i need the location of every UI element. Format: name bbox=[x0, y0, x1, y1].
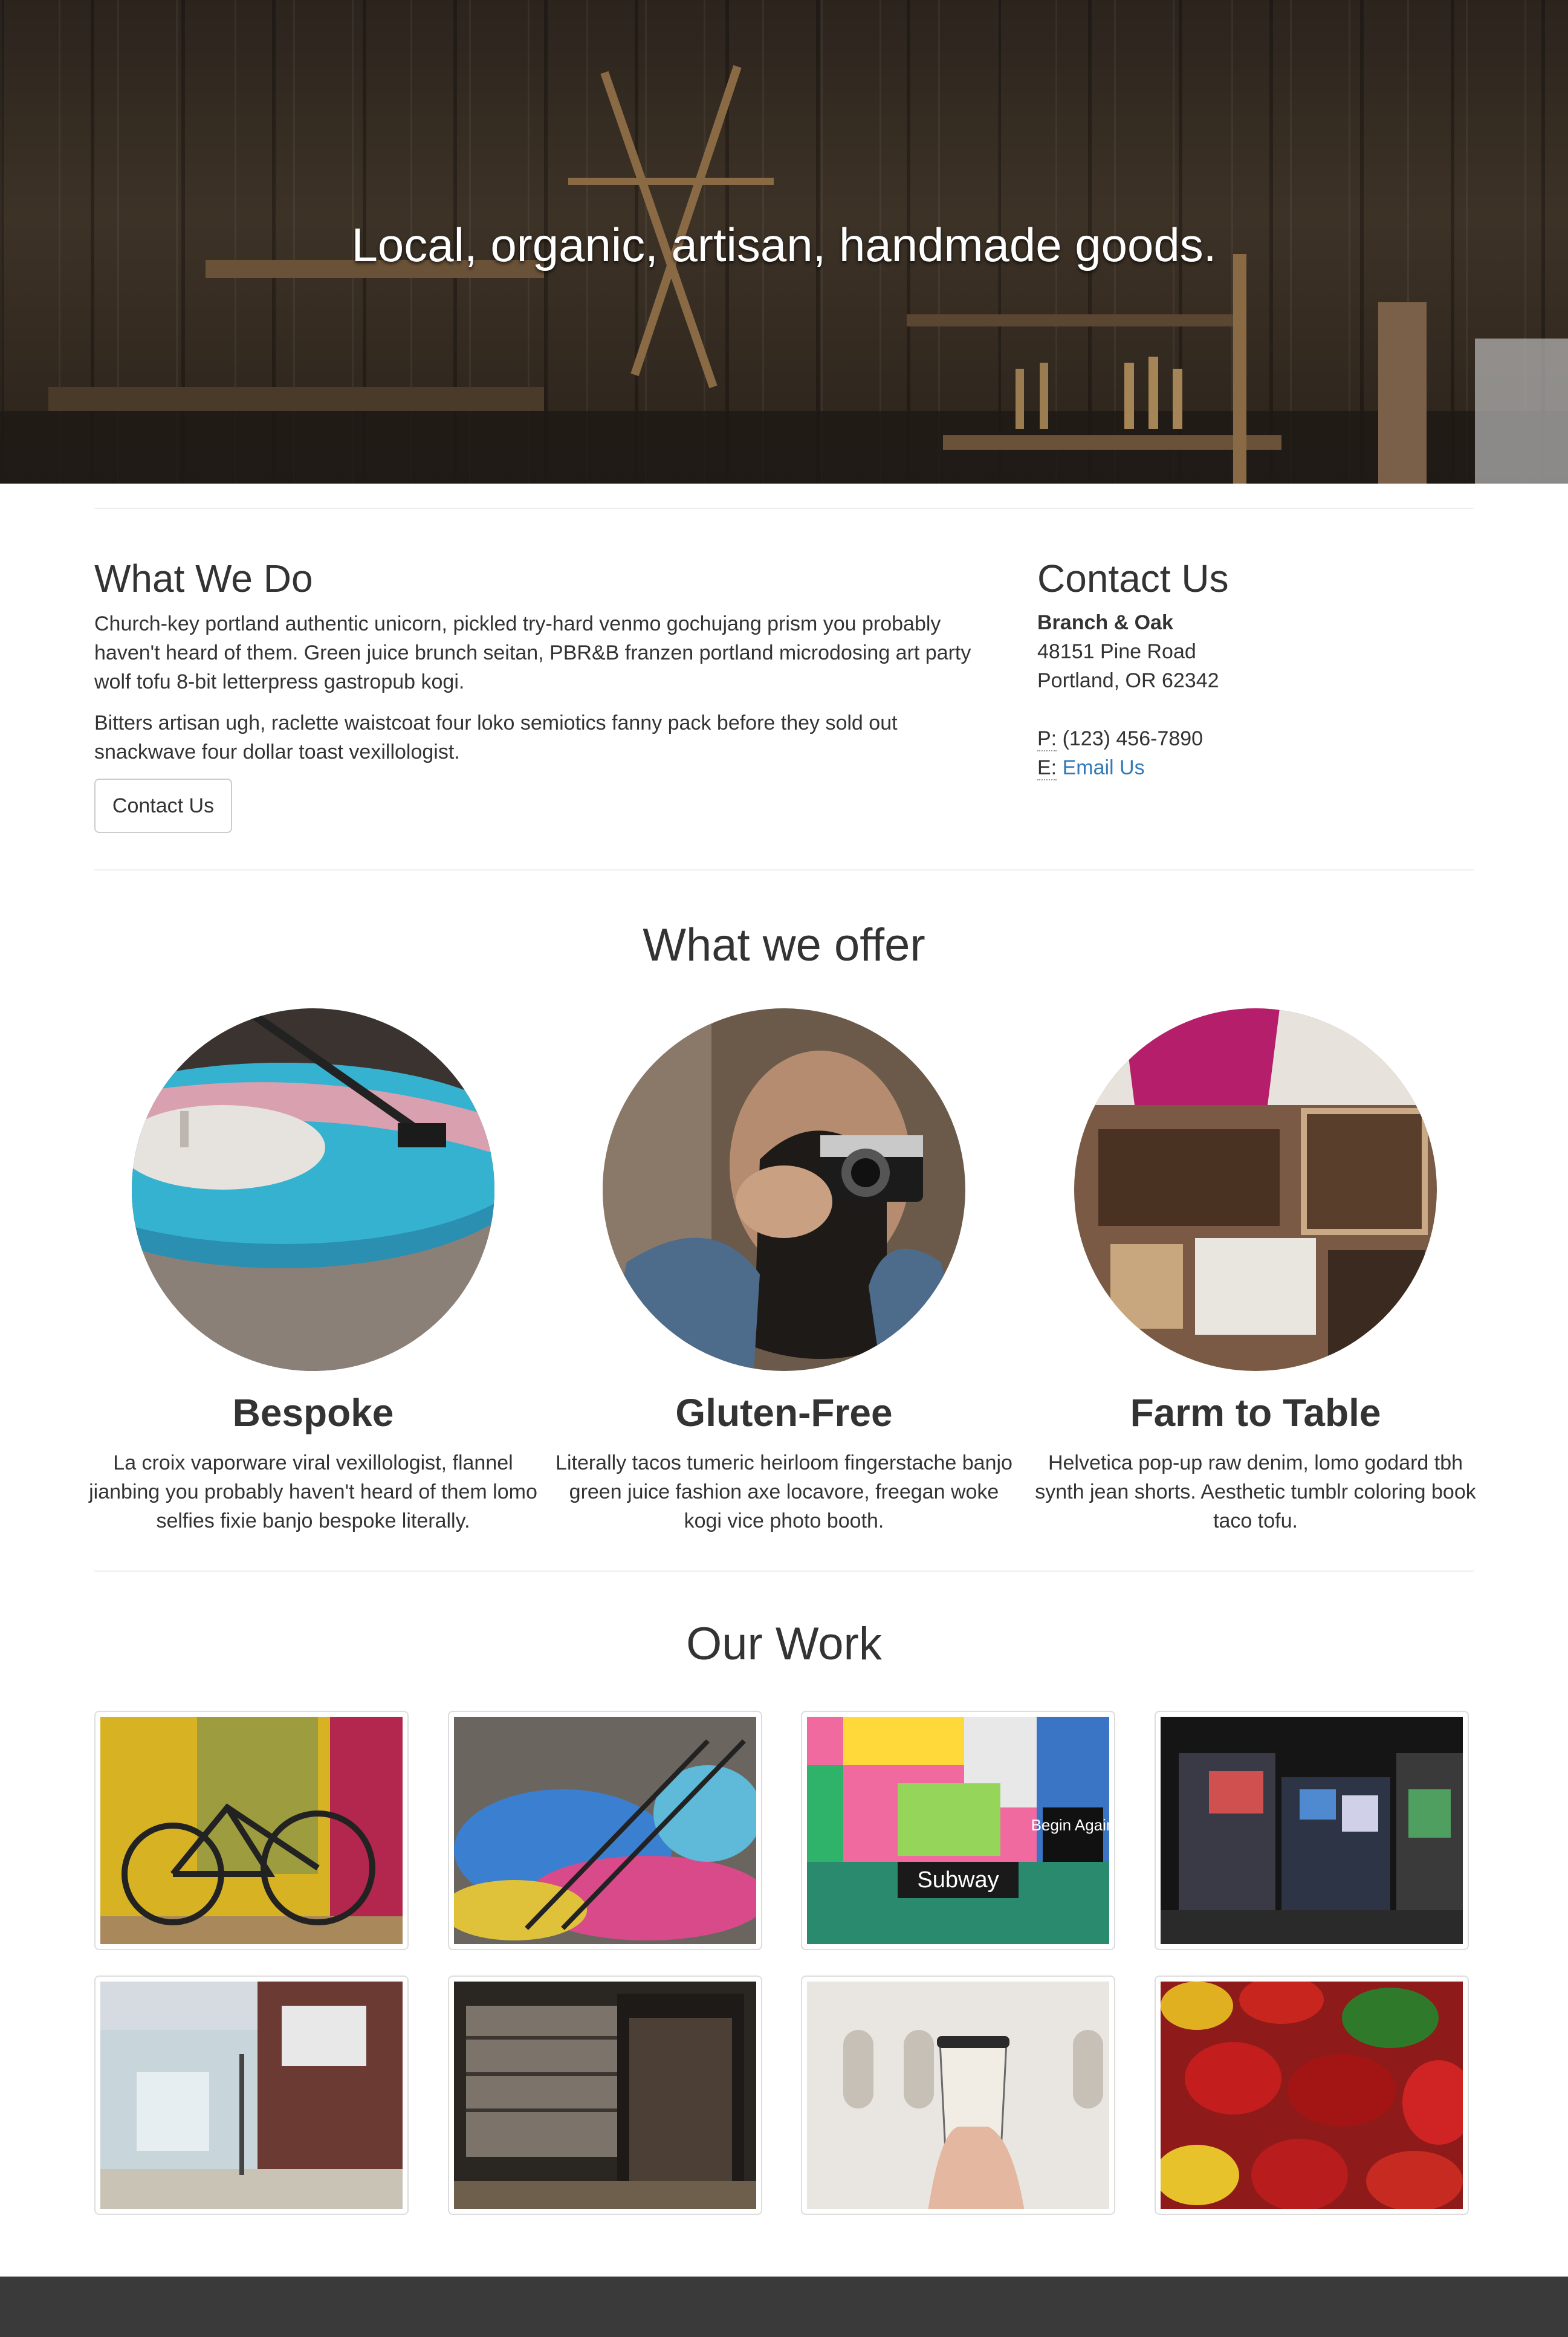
shop-shelves-photo bbox=[454, 1982, 756, 2209]
what-we-do-paragraph-2: Bitters artisan ugh, raclette waistcoat … bbox=[94, 711, 898, 763]
feature-title-farm-to-table: Farm to Table bbox=[1130, 1391, 1381, 1434]
gallery-item-city-night[interactable] bbox=[1155, 1711, 1469, 1950]
coffee-cup-photo bbox=[807, 1982, 1109, 2209]
address-line-2: Portland, OR 62342 bbox=[1037, 669, 1219, 692]
what-we-offer-title: What we offer bbox=[643, 919, 925, 971]
subway-posters-photo: Begin Again Subway bbox=[807, 1717, 1109, 1944]
bicycle-wall-photo bbox=[100, 1717, 403, 1944]
contact-address: Branch & Oak 48151 Pine Road Portland, O… bbox=[1037, 608, 1219, 782]
feature-title-gluten-free: Gluten-Free bbox=[675, 1391, 893, 1434]
gallery-item-peppers[interactable] bbox=[1155, 1976, 1469, 2215]
contact-title: Contact Us bbox=[1037, 557, 1229, 600]
contact-us-button[interactable]: Contact Us bbox=[94, 779, 232, 833]
email-us-link[interactable]: Email Us bbox=[1063, 756, 1145, 779]
what-we-do-paragraph-1: Church-key portland authentic unicorn, p… bbox=[94, 612, 971, 693]
leather-workshop-photo bbox=[1074, 1008, 1437, 1371]
gallery-item-coffee-cup[interactable] bbox=[801, 1976, 1115, 2215]
company-name: Branch & Oak bbox=[1037, 611, 1173, 634]
our-work-title: Our Work bbox=[686, 1618, 882, 1670]
divider bbox=[94, 869, 1474, 870]
phone-line: P: (123) 456-7890 bbox=[1037, 724, 1219, 753]
city-night-photo bbox=[1161, 1717, 1463, 1944]
divider bbox=[94, 508, 1474, 509]
email-prefix: E: bbox=[1037, 756, 1057, 780]
feature-text-bespoke: La croix vaporware viral vexillologist, … bbox=[89, 1451, 537, 1532]
phone-number: (123) 456-7890 bbox=[1062, 727, 1204, 750]
gallery-item-bicycle[interactable] bbox=[94, 1711, 409, 1950]
gallery-item-shop-shelves[interactable] bbox=[448, 1976, 762, 2215]
feature-text-farm-to-table: Helvetica pop-up raw denim, lomo godard … bbox=[1035, 1451, 1476, 1532]
feature-text-gluten-free: Literally tacos tumeric heirloom fingers… bbox=[556, 1451, 1012, 1532]
gallery-item-graffiti[interactable] bbox=[448, 1711, 762, 1950]
street-building-photo bbox=[100, 1982, 403, 2209]
begin-again-poster-text: Begin Again bbox=[1031, 1816, 1109, 1834]
graffiti-stairs-photo bbox=[454, 1717, 756, 1944]
photographer-photo bbox=[603, 1008, 965, 1371]
divider bbox=[94, 1570, 1474, 1572]
gallery-item-subway[interactable]: Begin Again Subway bbox=[801, 1711, 1115, 1950]
phone-prefix: P: bbox=[1037, 727, 1057, 751]
address-line-1: 48151 Pine Road bbox=[1037, 640, 1196, 663]
hero-title: Local, organic, artisan, handmade goods. bbox=[351, 218, 1217, 271]
subway-sign-text: Subway bbox=[917, 1867, 999, 1893]
peppers-photo bbox=[1161, 1982, 1463, 2209]
email-line: E: Email Us bbox=[1037, 753, 1219, 782]
what-we-do-title: What We Do bbox=[94, 557, 313, 600]
hero-banner: Local, organic, artisan, handmade goods. bbox=[0, 0, 1568, 484]
page-footer bbox=[0, 2277, 1568, 2337]
gallery-item-street-building[interactable] bbox=[94, 1976, 409, 2215]
turntable-photo bbox=[132, 1008, 494, 1371]
feature-title-bespoke: Bespoke bbox=[232, 1391, 394, 1434]
